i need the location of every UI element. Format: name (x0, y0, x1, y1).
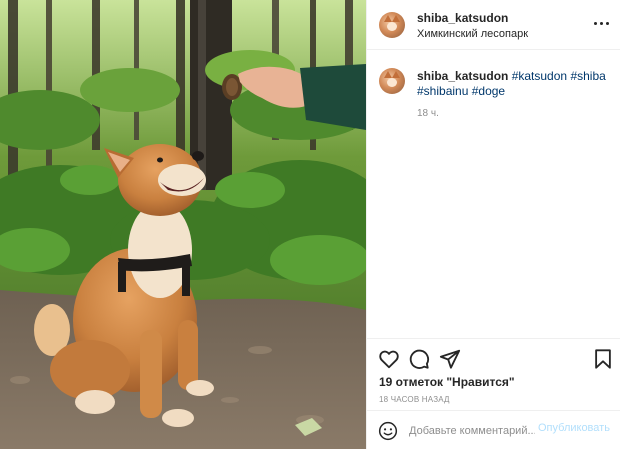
action-bar: 19 отметок "Нравится" 18 ЧАСОВ НАЗАД (367, 338, 620, 411)
dot (606, 22, 609, 25)
avatar[interactable] (379, 12, 405, 38)
heart-icon[interactable] (378, 348, 400, 370)
comment-input[interactable] (409, 422, 535, 440)
avatar-ear (392, 15, 400, 22)
bookmark-icon[interactable] (592, 348, 614, 370)
caption-text: shiba_katsudon #katsudon #shiba #shibain… (417, 69, 613, 99)
publish-button[interactable]: Опубликовать (538, 422, 610, 434)
add-comment-bar: Опубликовать (367, 411, 620, 449)
avatar-ear (384, 15, 392, 22)
avatar-ear (384, 71, 392, 78)
shiba-in-forest-photo (0, 0, 366, 449)
username-link[interactable]: shiba_katsudon (417, 11, 508, 25)
caption-area: shiba_katsudon #katsudon #shiba #shibain… (367, 50, 620, 338)
post-header: shiba_katsudon Химкинский лесопарк (367, 0, 620, 50)
avatar-face (387, 78, 397, 87)
hashtag-link[interactable]: #shibainu (417, 84, 468, 98)
dot (600, 22, 603, 25)
hashtag-link[interactable]: #katsudon (512, 69, 567, 83)
hashtag-link[interactable]: #doge (472, 84, 505, 98)
share-icon[interactable] (439, 348, 461, 370)
comment-icon[interactable] (408, 348, 430, 370)
caption-timestamp: 18 ч. (417, 108, 439, 119)
dot (594, 22, 597, 25)
avatar[interactable] (379, 68, 405, 94)
hashtag-link[interactable]: #shiba (570, 69, 605, 83)
post-dialog: shiba_katsudon Химкинский лесопарк shiba… (0, 0, 620, 449)
more-horizontal-icon[interactable] (593, 17, 611, 31)
location-link[interactable]: Химкинский лесопарк (417, 28, 528, 40)
post-side-panel: shiba_katsudon Химкинский лесопарк shiba… (366, 0, 620, 449)
avatar-ear (392, 71, 400, 78)
smiley-icon[interactable] (378, 421, 398, 441)
likes-count[interactable]: 19 отметок "Нравится" (379, 375, 515, 389)
post-photo[interactable] (0, 0, 366, 449)
post-timestamp[interactable]: 18 ЧАСОВ НАЗАД (379, 395, 450, 404)
avatar-face (387, 22, 397, 31)
caption-username-link[interactable]: shiba_katsudon (417, 69, 508, 83)
